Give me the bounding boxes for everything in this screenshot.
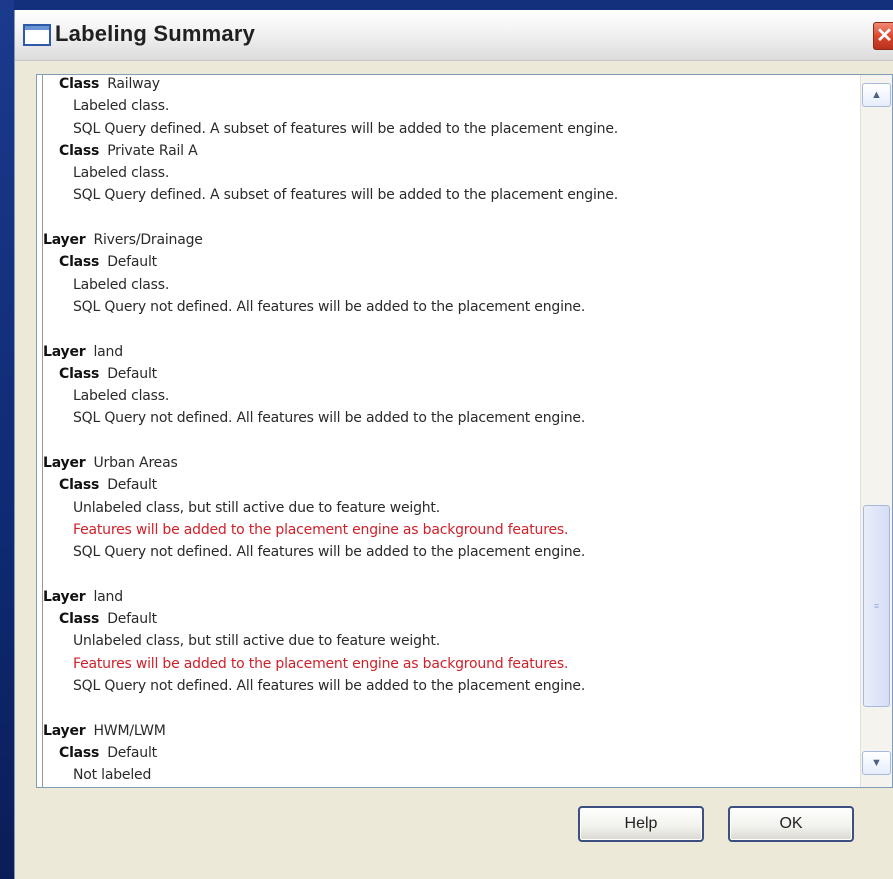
class-row: Class Default [43,474,853,496]
desktop-background-left [0,0,14,879]
row-spacer [43,318,853,340]
summary-listbox[interactable]: Class Railway Labeled class. SQL Query defi… [36,74,893,788]
scroll-down-button[interactable]: ▼ [862,751,891,775]
class-row: Class Railway [43,75,853,95]
status-message: SQL Query defined. A subset of features … [73,187,618,204]
layer-row: Layer Rivers/Drainage [43,229,853,251]
status-message: Unlabeled class, but still active due to… [73,499,440,516]
desktop-background-top [0,0,893,10]
layer-row: Layer HWM/LWM [43,720,853,742]
status-message: Labeled class. [73,388,170,405]
status-message: SQL Query not defined. All features will… [73,410,586,427]
class-keyword: Class [59,142,100,159]
title-bar[interactable]: Labeling Summary ✕ [15,10,893,61]
layer-keyword: Layer [43,232,86,249]
window-icon [23,24,51,46]
help-button[interactable]: Help [578,806,704,842]
class-name: Default [107,477,157,494]
layer-keyword: Layer [43,455,86,472]
row-spacer [43,564,853,586]
layer-name: Urban Areas [93,455,178,472]
layer-name: land [93,588,123,605]
row-spacer [43,207,853,229]
layer-name: HWM/LWM [93,722,166,739]
status-message: Labeled class. [73,98,170,115]
class-keyword: Class [59,254,100,271]
layer-row: Layer land [43,586,853,608]
class-name: Default [107,744,157,761]
class-keyword: Class [59,744,100,761]
ok-button[interactable]: OK [728,806,854,842]
class-keyword: Class [59,477,100,494]
status-message: Not labeled [73,767,152,784]
layer-keyword: Layer [43,343,86,360]
warning-message: Features will be added to the placement … [73,521,569,538]
layer-keyword: Layer [43,588,86,605]
row-spacer [43,430,853,452]
grip-icon: ≡ [873,601,880,611]
row-spacer [43,697,853,719]
class-keyword: Class [59,611,100,628]
warning-message: Features will be added to the placement … [73,655,569,672]
class-name: Railway [107,76,160,92]
layer-row: Layer Urban Areas [43,452,853,474]
vertical-scrollbar[interactable]: ▲ ≡ ▼ [860,75,892,787]
class-row: Class Default [43,742,853,764]
scroll-up-button[interactable]: ▲ [862,83,891,107]
status-message: Labeled class. [73,276,170,293]
class-row: Class Default [43,251,853,273]
class-name: Private Rail A [107,142,198,159]
scroll-thumb[interactable]: ≡ [863,505,890,707]
layer-row: Layer land [43,341,853,363]
layer-keyword: Layer [43,722,86,739]
status-message: Labeled class. [73,165,170,182]
labeling-summary-dialog: Labeling Summary ✕ Class Railway Labeled c… [14,10,893,879]
status-message: SQL Query defined. A subset of features … [73,120,618,137]
status-message: SQL Query not defined. All features will… [73,298,586,315]
class-name: Default [107,365,157,382]
class-keyword: Class [59,76,100,92]
status-message: SQL Query not defined. All features will… [73,544,586,561]
layer-name: land [93,343,123,360]
class-row: Class Default [43,363,853,385]
class-row: Class Private Rail A [43,140,853,162]
class-name: Default [107,611,157,628]
summary-content: Class Railway Labeled class. SQL Query defi… [43,75,853,787]
close-button[interactable]: ✕ [873,22,893,50]
status-message: Unlabeled class, but still active due to… [73,633,440,650]
class-name: Default [107,254,157,271]
class-keyword: Class [59,365,100,382]
layer-name: Rivers/Drainage [93,232,203,249]
window-title: Labeling Summary [55,21,256,46]
class-row: Class Default [43,608,853,630]
status-message: SQL Query not defined. All features will… [73,678,586,695]
